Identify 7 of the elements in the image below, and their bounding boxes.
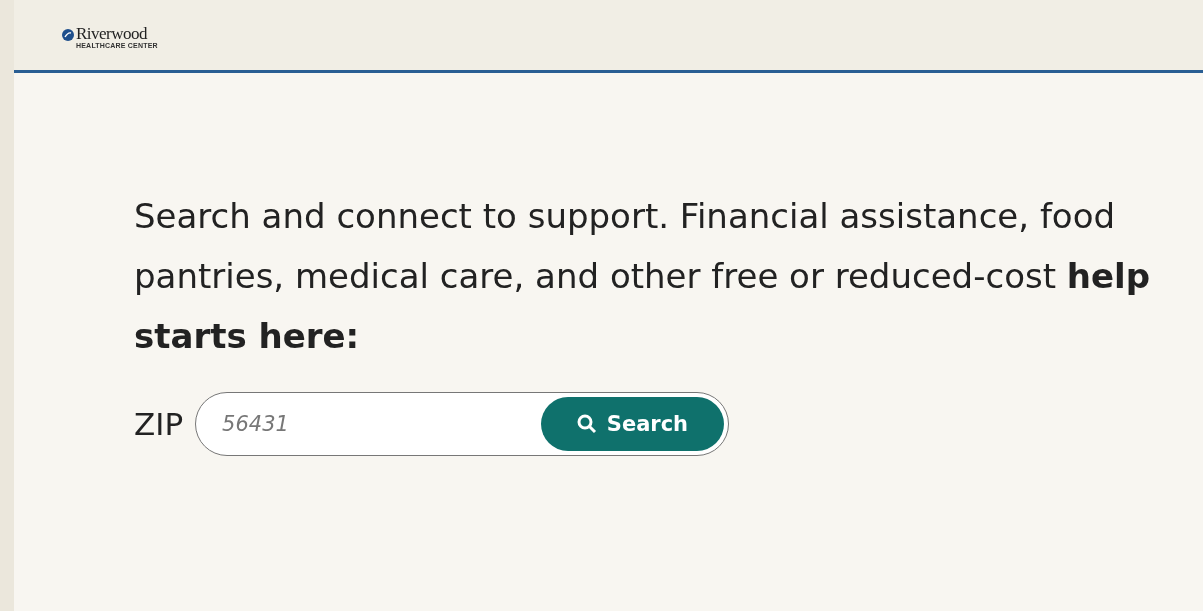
logo-icon xyxy=(62,29,74,41)
search-button[interactable]: Search xyxy=(540,397,725,451)
zip-label: ZIP xyxy=(134,406,184,442)
intro-paragraph: Search and connect to support. Financial assistance, food pantries, medical care, and other free or reduced-cost help starts here: xyxy=(134,195,1152,358)
zip-field[interactable]: 56431 Search xyxy=(195,392,730,456)
logo-name: Riverwood xyxy=(76,26,148,42)
search-icon xyxy=(576,414,597,434)
